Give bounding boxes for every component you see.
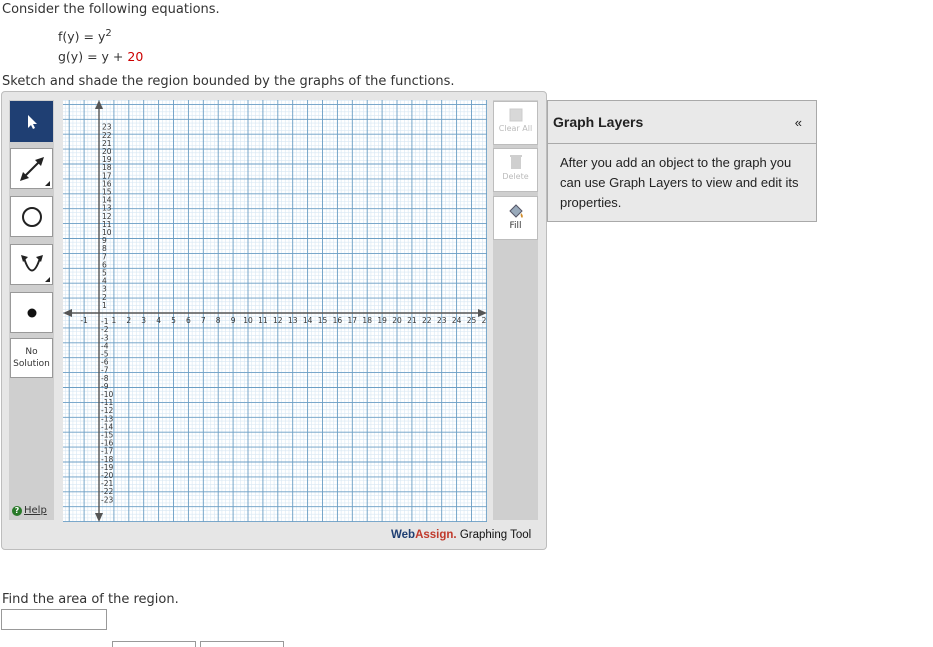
y-axis-bottom-arrow bbox=[95, 513, 103, 522]
f-exponent: 2 bbox=[105, 28, 112, 39]
x-tick-label: 3 bbox=[141, 316, 146, 325]
graph-grid: -1 1 2 3 4 5 6 7 8 9 10 11 12 13 14 15 16 17 18 19 20 21 22 23 2… bbox=[63, 100, 506, 523]
x-tick-label: 9 bbox=[231, 316, 236, 325]
clear-all-button[interactable]: Clear All bbox=[493, 101, 538, 145]
more-options-icon bbox=[45, 277, 50, 282]
no-solution-button[interactable]: No Solution bbox=[10, 338, 53, 378]
x-tick-label: 5 bbox=[171, 316, 176, 325]
x-tick-label: 16 bbox=[333, 316, 343, 325]
equation-g: g(y) = y + 20 bbox=[58, 49, 143, 64]
brand-graphing-tool: Graphing Tool bbox=[459, 529, 532, 541]
g-constant: 20 bbox=[127, 49, 144, 64]
x-tick-label: 4 bbox=[156, 316, 161, 325]
line-tool-button[interactable] bbox=[10, 148, 53, 189]
x-tick-label: 6 bbox=[186, 316, 191, 325]
x-tick-label: 2 bbox=[126, 316, 131, 325]
x-tick-label: 11 bbox=[258, 316, 268, 325]
x-tick-label: 12 bbox=[273, 316, 283, 325]
line-arrow-icon bbox=[19, 156, 44, 181]
x-tick-label: 8 bbox=[216, 316, 221, 325]
help-icon: ? bbox=[12, 505, 22, 516]
no-solution-label-2: Solution bbox=[13, 359, 50, 369]
submit-button-edge[interactable] bbox=[112, 641, 196, 647]
x-tick-label: 17 bbox=[348, 316, 358, 325]
graph-canvas[interactable]: -1 1 2 3 4 5 6 7 8 9 10 11 12 13 14 15 16 17 18 19 20 21 22 23 2… bbox=[63, 100, 506, 523]
x-tick-label: 22 bbox=[422, 316, 432, 325]
x-tick-label: 19 bbox=[377, 316, 387, 325]
arrow-cursor-icon bbox=[27, 114, 37, 129]
y-tick-label: 1 bbox=[102, 301, 107, 310]
x-axis-left-arrow bbox=[63, 309, 72, 317]
y-tick-label: -23 bbox=[101, 495, 113, 504]
delete-label: Delete bbox=[502, 172, 529, 181]
clear-all-label: Clear All bbox=[498, 124, 533, 133]
no-solution-label-1: No bbox=[25, 347, 38, 357]
point-tool-button[interactable] bbox=[10, 292, 53, 333]
x-tick-label: 21 bbox=[407, 316, 417, 325]
g-lhs: g(y) bbox=[58, 49, 84, 64]
g-rhs: y + bbox=[101, 49, 124, 64]
help-link[interactable]: ? Help bbox=[12, 505, 47, 516]
x-tick-label: 23 bbox=[437, 316, 447, 325]
g-equals: = bbox=[87, 49, 98, 64]
paint-bucket-icon bbox=[508, 204, 523, 218]
circle-icon bbox=[21, 206, 42, 227]
area-prompt: Find the area of the region. bbox=[2, 592, 179, 607]
x-tick-label: 15 bbox=[318, 316, 328, 325]
equation-f: f(y) = y2 bbox=[58, 28, 112, 44]
x-tick-label: 1 bbox=[112, 316, 117, 325]
delete-button[interactable]: Delete bbox=[493, 148, 538, 192]
x-tick-label: 25 bbox=[467, 316, 477, 325]
brand-assign: Assign. bbox=[415, 529, 457, 541]
webassign-brand: WebAssign. Graphing Tool bbox=[391, 529, 531, 541]
fill-label: Fill bbox=[509, 221, 522, 231]
more-options-icon bbox=[45, 181, 50, 186]
area-answer-input[interactable] bbox=[1, 609, 107, 630]
parabola-icon bbox=[20, 254, 43, 271]
graph-layers-header: Graph Layers « bbox=[548, 101, 816, 144]
graph-layers-panel: Graph Layers « After you add an object t… bbox=[547, 100, 817, 222]
fill-button[interactable]: Fill bbox=[493, 196, 538, 240]
f-lhs: f(y) bbox=[58, 29, 80, 45]
x-tick-label: 24 bbox=[452, 316, 462, 325]
trash-icon bbox=[509, 155, 522, 169]
x-tick-label: 10 bbox=[243, 316, 253, 325]
graph-layers-description: After you add an object to the graph you… bbox=[560, 155, 799, 210]
brand-web: Web bbox=[391, 529, 416, 541]
x-tick-label: -1 bbox=[80, 316, 88, 325]
question-intro: Consider the following equations. bbox=[2, 2, 220, 17]
collapse-icon[interactable]: « bbox=[795, 115, 802, 130]
x-tick-label: 7 bbox=[201, 316, 206, 325]
clear-icon bbox=[509, 108, 522, 122]
graph-layers-title: Graph Layers bbox=[553, 114, 644, 130]
pointer-tool-button[interactable] bbox=[10, 101, 53, 142]
x-tick-label: 26 bbox=[482, 316, 487, 325]
help-label: Help bbox=[24, 505, 47, 516]
x-tick-label: 20 bbox=[392, 316, 402, 325]
x-tick-label: 13 bbox=[288, 316, 298, 325]
f-equals: = bbox=[83, 29, 95, 45]
save-button-edge[interactable] bbox=[200, 641, 284, 647]
circle-tool-button[interactable] bbox=[10, 196, 53, 237]
x-tick-label: 14 bbox=[303, 316, 313, 325]
point-icon bbox=[27, 308, 36, 317]
parabola-tool-button[interactable] bbox=[10, 244, 53, 285]
question-instruction: Sketch and shade the region bounded by t… bbox=[2, 74, 455, 89]
x-tick-label: 18 bbox=[362, 316, 372, 325]
